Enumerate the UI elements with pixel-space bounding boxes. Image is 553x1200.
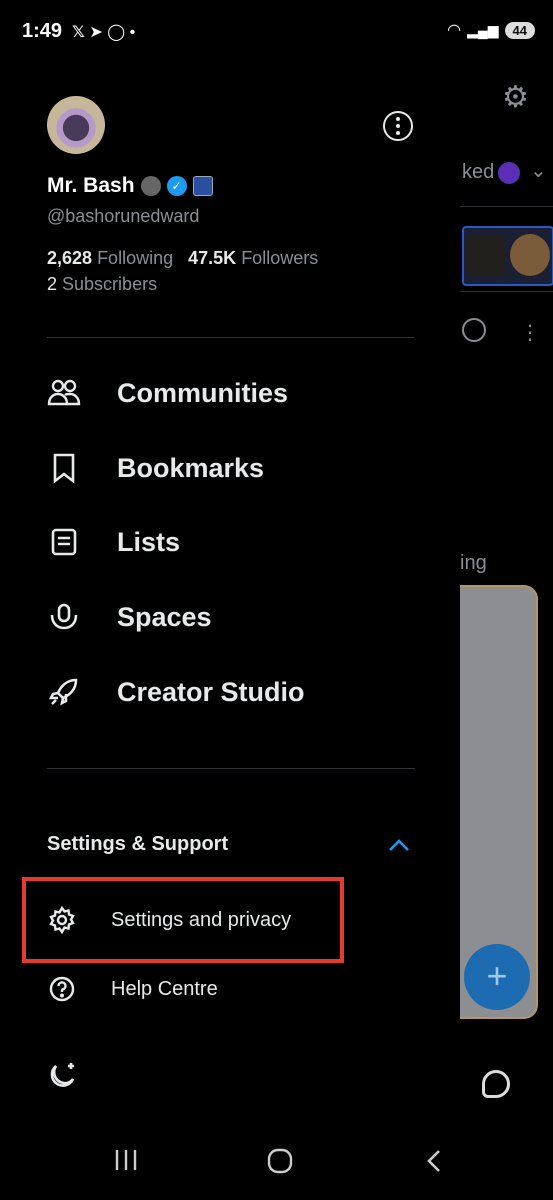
messages-icon[interactable] xyxy=(482,1070,510,1098)
help-icon xyxy=(47,974,77,1004)
bookmark-icon xyxy=(47,451,81,485)
status-right: ◠ ▂▄▆ 44 xyxy=(447,20,535,40)
nav-item-bookmarks[interactable]: Bookmarks xyxy=(47,443,264,493)
nav-item-communities[interactable]: Communities xyxy=(47,368,288,418)
avatar-image xyxy=(510,234,550,276)
more-options-icon[interactable] xyxy=(383,111,413,141)
followers-link[interactable]: 47.5K Followers xyxy=(188,248,318,268)
whatsapp-icon: ◯ xyxy=(107,24,126,41)
feed-tab-dot-icon xyxy=(498,162,520,184)
battery-indicator: 44 xyxy=(504,21,535,39)
dot-icon: • xyxy=(129,24,136,41)
profile-name-row[interactable]: Mr. Bash ✓ xyxy=(47,174,213,198)
x-icon: 𝕏 xyxy=(72,24,85,41)
help-centre-item[interactable]: Help Centre xyxy=(47,969,218,1009)
feed-tab-fragment: ked xyxy=(462,161,495,183)
notification-icons: 𝕏 ➤ ◯ • xyxy=(70,22,135,42)
divider xyxy=(47,768,415,769)
dark-mode-moon-icon[interactable] xyxy=(47,1059,79,1091)
help-centre-label: Help Centre xyxy=(111,977,218,1000)
nav-label: Spaces xyxy=(117,601,212,632)
nav-label: Communities xyxy=(117,377,289,408)
nav-item-lists[interactable]: Lists xyxy=(47,517,180,567)
communities-icon xyxy=(47,376,81,410)
nav-item-spaces[interactable]: Spaces xyxy=(47,592,212,642)
spaces-icon xyxy=(47,600,81,634)
more-vertical-icon: ⋮ xyxy=(520,322,540,344)
background-feed: ⚙ ked ⌄ ⋮ ing + xyxy=(460,66,553,1126)
nav-label: Creator Studio xyxy=(117,676,305,707)
feed-text-fragment: ing xyxy=(460,552,487,574)
back-icon[interactable] xyxy=(424,1148,444,1174)
follow-stats: 2,628 Following 47.5K Followers xyxy=(47,248,318,269)
bull-logo-icon xyxy=(466,236,506,276)
signal-icon: ▂▄▆ xyxy=(467,21,499,38)
list-icon xyxy=(47,525,81,559)
settings-and-privacy-item[interactable]: Settings and privacy xyxy=(47,900,291,940)
compose-plus-button[interactable]: + xyxy=(464,944,530,1010)
recent-apps-icon[interactable] xyxy=(113,1148,139,1172)
chevron-down-icon: ⌄ xyxy=(530,160,547,182)
profile-handle: @bashorunedward xyxy=(47,206,200,226)
status-time: 1:49 xyxy=(22,20,63,42)
following-link[interactable]: 2,628 Following xyxy=(47,248,173,268)
feed-divider xyxy=(460,206,553,207)
gear-icon xyxy=(47,905,77,935)
feed-settings-gear-icon[interactable]: ⚙ xyxy=(502,80,529,115)
divider xyxy=(47,337,415,338)
nav-label: Bookmarks xyxy=(117,452,265,483)
nav-label: Lists xyxy=(117,526,181,557)
avatar[interactable] xyxy=(47,96,105,154)
telegram-icon: ➤ xyxy=(89,24,103,41)
display-name: Mr. Bash xyxy=(47,174,135,197)
nav-item-creator-studio[interactable]: Creator Studio xyxy=(47,667,305,717)
status-bar: 1:49 𝕏 ➤ ◯ • ◠ ▂▄▆ 44 xyxy=(0,0,553,66)
chevron-up-icon[interactable] xyxy=(387,836,411,854)
rocket-icon xyxy=(47,675,81,709)
home-icon[interactable] xyxy=(266,1148,294,1174)
ninja-emoji-icon xyxy=(140,176,161,196)
settings-and-privacy-label: Settings and privacy xyxy=(111,908,292,931)
subscribers-link[interactable]: 2 Subscribers xyxy=(47,274,157,295)
wifi-icon: ◠ xyxy=(447,22,462,39)
navigation-drawer: Mr. Bash ✓ @bashorunedward 2,628 Followi… xyxy=(0,66,460,1126)
verified-badge-icon: ✓ xyxy=(166,176,187,196)
no-entry-icon xyxy=(462,318,486,342)
system-navigation-bar xyxy=(0,1126,553,1200)
settings-support-header[interactable]: Settings & Support xyxy=(47,833,228,856)
feed-divider xyxy=(460,291,553,292)
affiliate-badge-icon xyxy=(192,176,213,196)
